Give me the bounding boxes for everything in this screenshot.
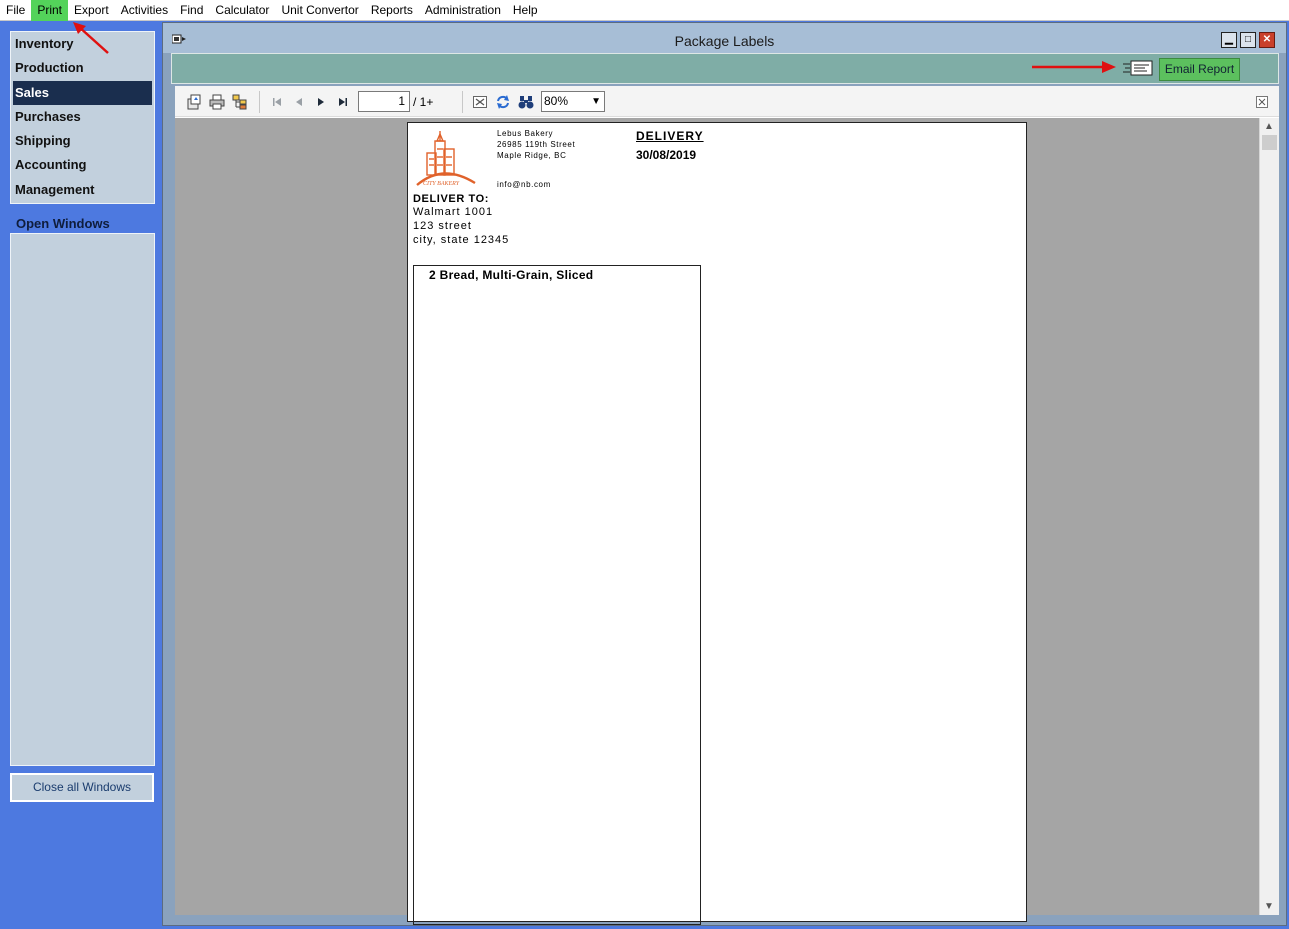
menu-reports[interactable]: Reports bbox=[365, 0, 419, 21]
bakery-logo: CITY BAKERY bbox=[416, 131, 476, 187]
group-tree-icon[interactable] bbox=[232, 94, 248, 110]
nav-accounting[interactable]: Accounting bbox=[11, 153, 154, 177]
refresh-icon[interactable] bbox=[495, 94, 511, 110]
nav-purchases[interactable]: Purchases bbox=[11, 105, 154, 129]
nav-sales[interactable]: Sales bbox=[13, 80, 152, 105]
stop-icon[interactable] bbox=[472, 94, 488, 110]
page-total: / 1+ bbox=[413, 95, 434, 109]
scroll-thumb[interactable] bbox=[1262, 135, 1277, 150]
menu-bar: File Print Export Activities Find Calcul… bbox=[0, 0, 1289, 21]
menu-file[interactable]: File bbox=[0, 0, 31, 21]
search-binoculars-icon[interactable] bbox=[518, 94, 534, 110]
package-labels-window: Package Labels ▁ □ ✕ Email Report 1 / 1+… bbox=[162, 22, 1287, 926]
nav-shipping[interactable]: Shipping bbox=[11, 129, 154, 153]
nav-production[interactable]: Production bbox=[11, 56, 154, 80]
email-report-button[interactable]: Email Report bbox=[1159, 58, 1240, 81]
chevron-down-icon: ▼ bbox=[591, 96, 601, 107]
report-page: CITY BAKERY Lebus Bakery 26985 119th Str… bbox=[407, 122, 1027, 925]
scroll-up-icon[interactable]: ▲ bbox=[1264, 121, 1274, 132]
menu-calculator[interactable]: Calculator bbox=[209, 0, 275, 21]
company-city: Maple Ridge, BC bbox=[497, 151, 567, 160]
toolbar-separator bbox=[259, 91, 260, 113]
module-nav: Inventory Production Sales Purchases Shi… bbox=[10, 31, 155, 204]
sidebar: Inventory Production Sales Purchases Shi… bbox=[0, 21, 160, 929]
maximize-button[interactable]: □ bbox=[1240, 32, 1256, 48]
company-street: 26985 119th Street bbox=[497, 140, 576, 149]
title-bar[interactable]: Package Labels ▁ □ ✕ bbox=[163, 23, 1286, 53]
vertical-scrollbar[interactable]: ▲ ▼ bbox=[1259, 118, 1279, 915]
first-page-icon[interactable] bbox=[269, 94, 285, 110]
close-all-windows-button[interactable]: Close all Windows bbox=[10, 773, 154, 802]
menu-print[interactable]: Print bbox=[31, 0, 69, 21]
menu-administration[interactable]: Administration bbox=[419, 0, 507, 21]
next-page-icon[interactable] bbox=[313, 94, 329, 110]
menu-activities[interactable]: Activities bbox=[115, 0, 174, 21]
items-box: 2 Bread, Multi-Grain, Sliced bbox=[413, 265, 701, 925]
annotation-arrow-print bbox=[73, 22, 109, 54]
menu-help[interactable]: Help bbox=[507, 0, 544, 21]
scroll-down-icon[interactable]: ▼ bbox=[1264, 901, 1274, 912]
previous-page-icon[interactable] bbox=[291, 94, 307, 110]
menu-unit-convertor[interactable]: Unit Convertor bbox=[275, 0, 364, 21]
zoom-value: 80% bbox=[544, 94, 569, 108]
company-name: Lebus Bakery bbox=[497, 129, 554, 138]
nav-management[interactable]: Management bbox=[11, 178, 154, 202]
open-windows-label: Open Windows bbox=[16, 216, 110, 231]
company-email: info@nb.com bbox=[497, 180, 551, 189]
deliver-to-label: DELIVER TO: bbox=[413, 193, 490, 205]
annotation-arrow-email bbox=[1032, 61, 1116, 73]
minimize-button[interactable]: ▁ bbox=[1221, 32, 1237, 48]
delivery-date: 30/08/2019 bbox=[636, 148, 697, 162]
menu-export[interactable]: Export bbox=[68, 0, 115, 21]
page-number-input[interactable]: 1 bbox=[358, 91, 410, 112]
svg-text:CITY BAKERY: CITY BAKERY bbox=[423, 181, 460, 187]
zoom-select[interactable]: 80% ▼ bbox=[541, 91, 605, 112]
delivery-heading: DELIVERY bbox=[636, 129, 704, 143]
last-page-icon[interactable] bbox=[335, 94, 351, 110]
close-viewer-icon[interactable] bbox=[1256, 96, 1268, 108]
report-viewer: 1 / 1+ 80% ▼ CITY BAKERY Lebus Bakery 26… bbox=[175, 86, 1279, 925]
menu-find[interactable]: Find bbox=[174, 0, 209, 21]
toolbar-separator bbox=[462, 91, 463, 113]
report-canvas: CITY BAKERY Lebus Bakery 26985 119th Str… bbox=[175, 118, 1259, 925]
close-window-button[interactable]: ✕ bbox=[1259, 32, 1275, 48]
export-icon[interactable] bbox=[186, 94, 202, 110]
item-line: 2 Bread, Multi-Grain, Sliced bbox=[429, 268, 594, 282]
email-icon[interactable] bbox=[1123, 60, 1153, 76]
print-icon[interactable] bbox=[209, 94, 225, 110]
address-line-2: 123 street bbox=[413, 220, 472, 232]
company-address: Lebus Bakery 26985 119th Street Maple Ri… bbox=[497, 128, 575, 161]
address-line-3: city, state 12345 bbox=[413, 234, 510, 246]
address-line-1: Walmart 1001 bbox=[413, 206, 494, 218]
open-windows-list[interactable] bbox=[10, 233, 155, 766]
viewer-toolbar: 1 / 1+ 80% ▼ bbox=[175, 86, 1279, 117]
